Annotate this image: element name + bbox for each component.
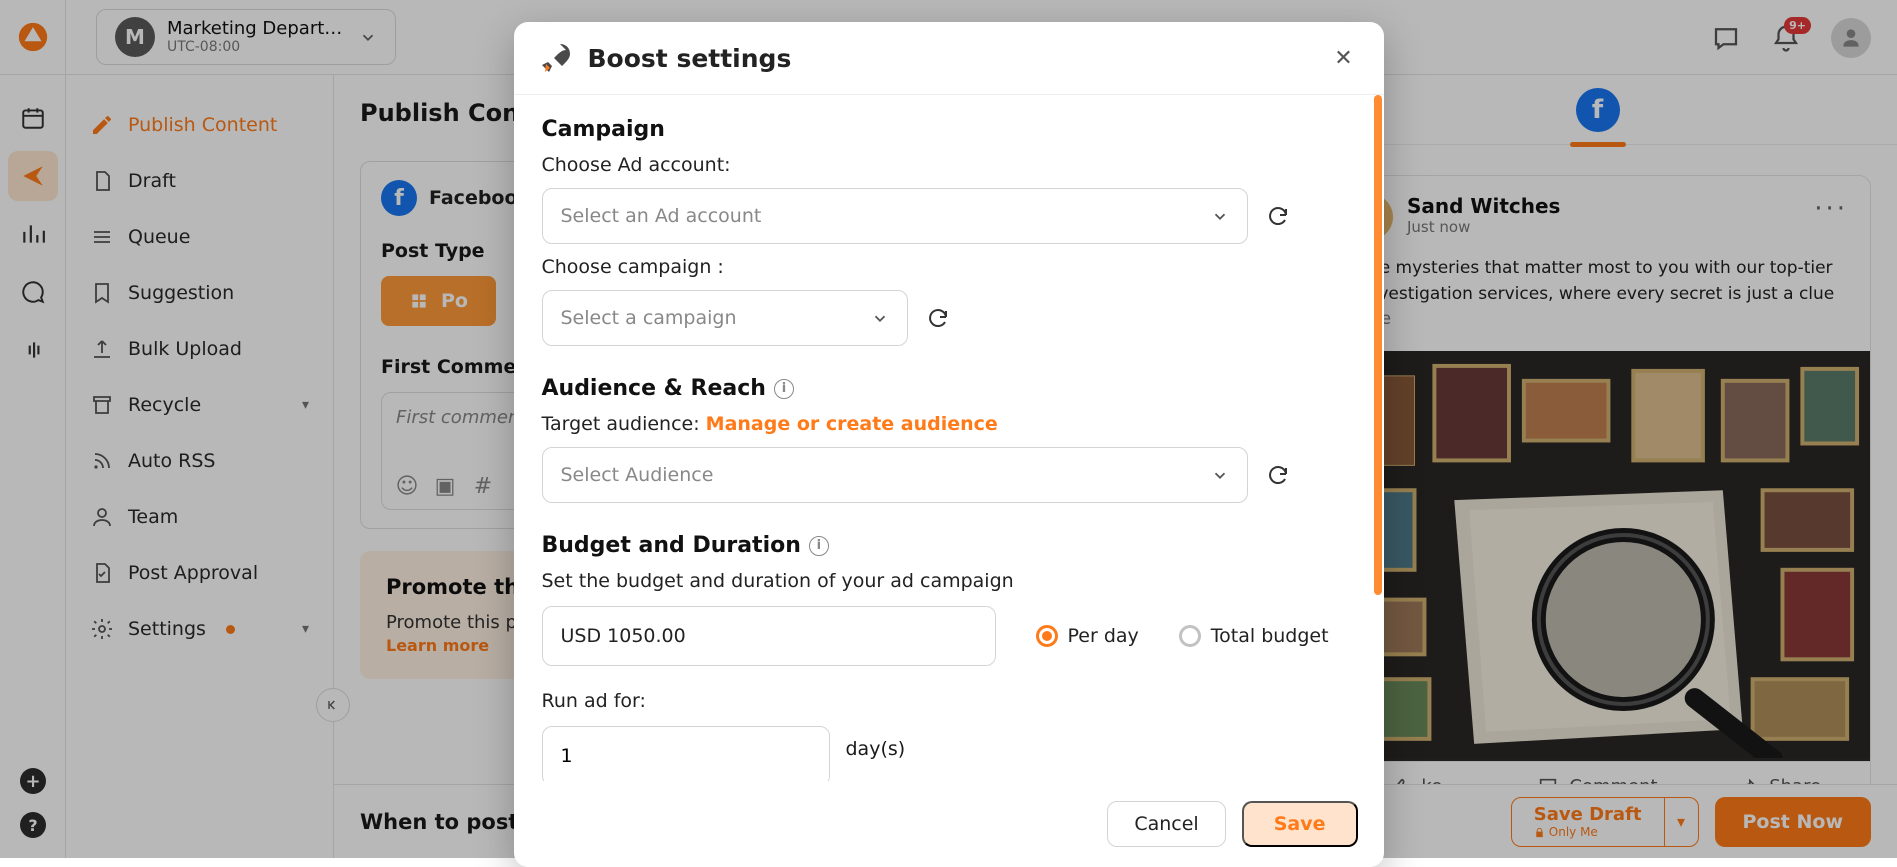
- per-day-radio[interactable]: Per day: [1036, 625, 1139, 647]
- manage-audience-link[interactable]: Manage or create audience: [706, 413, 998, 435]
- chevron-down-icon: [1211, 466, 1229, 484]
- audience-select[interactable]: Select Audience: [542, 447, 1248, 503]
- per-day-label: Per day: [1068, 625, 1139, 647]
- ad-account-select[interactable]: Select an Ad account: [542, 188, 1248, 244]
- modal-title: Boost settings: [588, 44, 792, 73]
- refresh-icon[interactable]: [1266, 204, 1290, 228]
- total-budget-label: Total budget: [1211, 625, 1329, 647]
- modal-header: Boost settings ✕: [514, 22, 1384, 95]
- ad-account-label: Choose Ad account:: [542, 154, 1356, 176]
- audience-section-title: Audience & Reach i: [542, 376, 1356, 401]
- save-button[interactable]: Save: [1242, 801, 1358, 847]
- ad-account-placeholder: Select an Ad account: [561, 205, 762, 227]
- modal-body: Campaign Choose Ad account: Select an Ad…: [514, 95, 1384, 781]
- chevron-down-icon: [1211, 207, 1229, 225]
- total-budget-radio[interactable]: Total budget: [1179, 625, 1329, 647]
- scrollbar[interactable]: [1374, 95, 1382, 595]
- budget-description: Set the budget and duration of your ad c…: [542, 570, 1356, 592]
- rocket-icon: [540, 42, 572, 74]
- target-audience-label: Target audience:: [542, 413, 706, 435]
- budget-input[interactable]: [542, 606, 996, 666]
- target-audience-row: Target audience: Manage or create audien…: [542, 413, 1356, 435]
- campaign-placeholder: Select a campaign: [561, 307, 737, 329]
- cancel-button[interactable]: Cancel: [1107, 801, 1225, 847]
- audience-placeholder: Select Audience: [561, 464, 714, 486]
- campaign-label: Choose campaign :: [542, 256, 1356, 278]
- modal-close[interactable]: ✕: [1330, 44, 1358, 72]
- run-for-input[interactable]: [542, 726, 830, 781]
- info-icon[interactable]: i: [809, 536, 829, 556]
- budget-section-title: Budget and Duration i: [542, 533, 1356, 558]
- modal-footer: Cancel Save: [514, 781, 1384, 867]
- boost-settings-modal: Boost settings ✕ Campaign Choose Ad acco…: [514, 22, 1384, 867]
- refresh-icon[interactable]: [926, 306, 950, 330]
- info-icon[interactable]: i: [774, 379, 794, 399]
- days-suffix: day(s): [846, 738, 906, 760]
- chevron-down-icon: [871, 309, 889, 327]
- refresh-icon[interactable]: [1266, 463, 1290, 487]
- campaign-select[interactable]: Select a campaign: [542, 290, 908, 346]
- run-for-label: Run ad for:: [542, 690, 1356, 712]
- campaign-section-title: Campaign: [542, 117, 1356, 142]
